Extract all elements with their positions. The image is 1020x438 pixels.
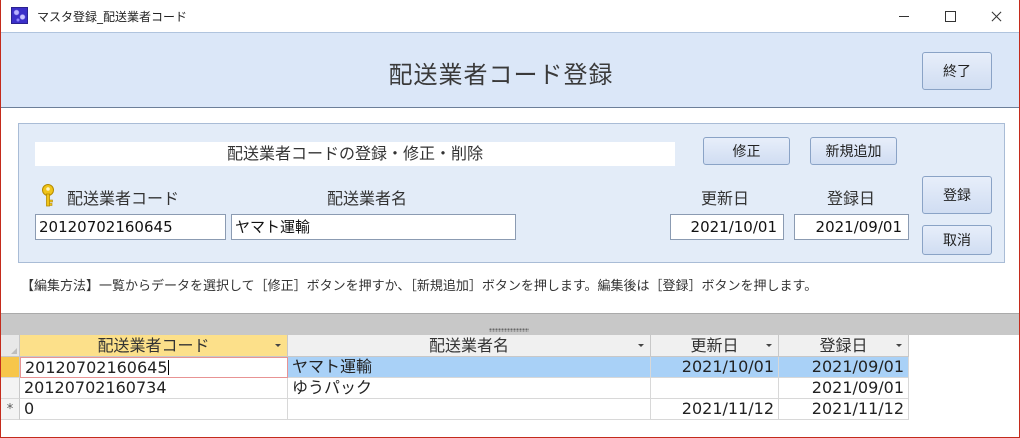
cell-registered[interactable]: 2021/11/12 — [779, 399, 909, 420]
cancel-button[interactable]: 取消 — [922, 225, 992, 255]
splitter-bar[interactable] — [1, 313, 1019, 335]
code-field[interactable]: 20120702160645 — [35, 214, 226, 240]
help-text: 【編集方法】一覧からデータを選択して［修正］ボタンを押すか、［新規追加］ボタンを… — [21, 279, 818, 294]
window-title: マスタ登録_配送業者コード — [37, 10, 188, 24]
cell-updated[interactable]: 2021/10/01 — [651, 357, 779, 378]
app-icon — [11, 7, 28, 24]
text-caret — [167, 360, 169, 375]
page-title: 配送業者コード登録 — [388, 61, 614, 89]
datasheet-empty-area — [909, 335, 1019, 437]
select-all-corner[interactable] — [1, 335, 20, 357]
edit-panel: 配送業者コードの登録・修正・削除 修正 新規追加 登録 取消 配送業者コード 配… — [18, 123, 1005, 263]
title-bar: マスタ登録_配送業者コード — [1, 0, 1019, 32]
cell-code[interactable]: 0 — [20, 399, 288, 420]
close-icon[interactable] — [973, 0, 1019, 32]
column-header-updated[interactable]: 更新日 — [651, 335, 779, 357]
column-header-name[interactable]: 配送業者名 — [288, 335, 651, 357]
dropdown-arrow-icon[interactable] — [275, 344, 281, 347]
form-header: 配送業者コード登録 終了 — [1, 32, 1019, 108]
datasheet: 配送業者コード 配送業者名 更新日 登録日 20120702160645 ヤマト… — [1, 335, 1019, 437]
updated-label: 更新日 — [701, 189, 750, 208]
registered-label: 登録日 — [827, 189, 876, 208]
column-header-label: 配送業者名 — [428, 336, 509, 355]
cell-registered[interactable]: 2021/09/01 — [779, 378, 909, 399]
column-header-label: 登録日 — [819, 336, 868, 355]
cell-updated[interactable] — [651, 378, 779, 399]
column-header-label: 配送業者コード — [97, 336, 210, 355]
updated-field[interactable]: 2021/10/01 — [670, 214, 784, 240]
maximize-icon[interactable] — [927, 0, 973, 32]
cell-code[interactable]: 20120702160734 — [20, 378, 288, 399]
panel-heading: 配送業者コードの登録・修正・削除 — [35, 142, 675, 166]
name-field[interactable]: ヤマト運輸 — [231, 214, 516, 240]
name-label: 配送業者名 — [327, 189, 408, 208]
cell-name[interactable]: ゆうパック — [288, 378, 651, 399]
column-header-code[interactable]: 配送業者コード — [20, 335, 288, 357]
table-row[interactable]: 20120702160645 ヤマト運輸 2021/10/01 2021/09/… — [1, 357, 909, 378]
column-header-label: 更新日 — [690, 336, 739, 355]
splitter-grip-icon[interactable] — [489, 328, 529, 332]
dropdown-arrow-icon[interactable] — [638, 344, 644, 347]
new-row-marker-icon[interactable]: * — [1, 399, 20, 420]
key-icon — [42, 184, 54, 207]
dropdown-arrow-icon[interactable] — [766, 344, 772, 347]
column-header-registered[interactable]: 登録日 — [779, 335, 909, 357]
row-selector[interactable] — [1, 378, 20, 399]
minimize-icon[interactable] — [881, 0, 927, 32]
exit-button[interactable]: 終了 — [922, 52, 992, 90]
app-window: マスタ登録_配送業者コード 配送業者コード登録 終了 配送業者コードの登録・修正… — [0, 0, 1020, 438]
table-row-new[interactable]: * 0 2021/11/12 2021/11/12 — [1, 399, 909, 420]
code-label: 配送業者コード — [67, 189, 180, 208]
cell-text: 20120702160645 — [25, 358, 168, 377]
new-button[interactable]: 新規追加 — [810, 137, 897, 165]
row-selector[interactable] — [1, 357, 20, 378]
cell-updated[interactable]: 2021/11/12 — [651, 399, 779, 420]
table-row[interactable]: 20120702160734 ゆうパック 2021/09/01 — [1, 378, 909, 399]
save-button[interactable]: 登録 — [922, 176, 992, 214]
cell-name[interactable]: ヤマト運輸 — [288, 357, 651, 378]
cell-code[interactable]: 20120702160645 — [20, 357, 288, 378]
registered-field[interactable]: 2021/09/01 — [794, 214, 909, 240]
modify-button[interactable]: 修正 — [703, 137, 790, 165]
cell-name[interactable] — [288, 399, 651, 420]
dropdown-arrow-icon[interactable] — [896, 344, 902, 347]
cell-registered[interactable]: 2021/09/01 — [779, 357, 909, 378]
